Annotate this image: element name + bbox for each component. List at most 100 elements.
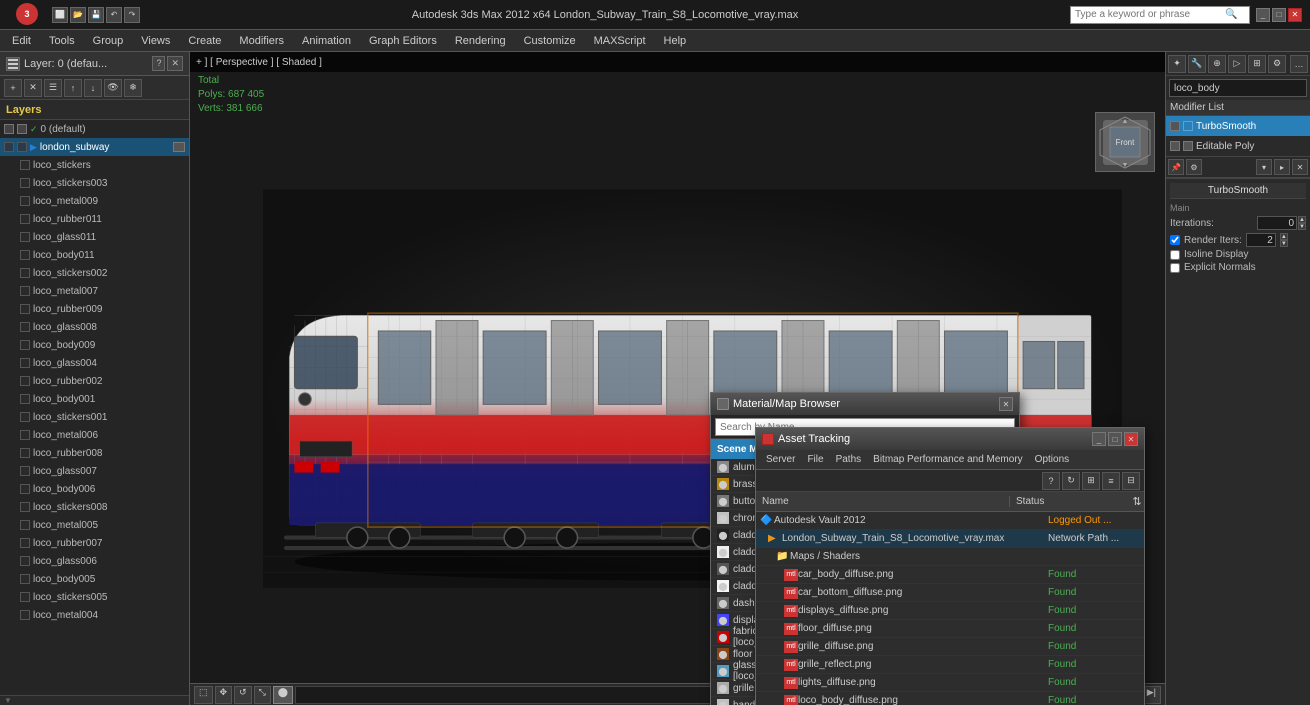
- undo-icon[interactable]: ↶: [106, 7, 122, 23]
- layers-down-btn[interactable]: ↓: [84, 79, 102, 97]
- layer-item[interactable]: loco_glass007: [0, 462, 189, 480]
- menu-edit[interactable]: Edit: [4, 33, 39, 49]
- expand-modifier-btn[interactable]: ▸: [1274, 159, 1290, 175]
- layers-hide-btn[interactable]: 👁: [104, 79, 122, 97]
- at-row[interactable]: mtl grille_reflect.png Found: [756, 656, 1144, 674]
- layers-delete-btn[interactable]: ✕: [24, 79, 42, 97]
- layer-item[interactable]: loco_stickers: [0, 156, 189, 174]
- layer-item[interactable]: loco_glass006: [0, 552, 189, 570]
- iterations-input[interactable]: [1257, 216, 1297, 230]
- at-row[interactable]: mtl displays_diffuse.png Found: [756, 602, 1144, 620]
- at-row[interactable]: ▶ London_Subway_Train_S8_Locomotive_vray…: [756, 530, 1144, 548]
- explicit-normals-checkbox[interactable]: [1170, 263, 1180, 273]
- menu-customize[interactable]: Customize: [516, 33, 584, 49]
- at-row[interactable]: mtl car_body_diffuse.png Found: [756, 566, 1144, 584]
- at-row[interactable]: mtl floor_diffuse.png Found: [756, 620, 1144, 638]
- menu-maxscript[interactable]: MAXScript: [586, 33, 654, 49]
- layers-add-btn[interactable]: +: [4, 79, 22, 97]
- at-row[interactable]: mtl car_bottom_diffuse.png Found: [756, 584, 1144, 602]
- layer-item[interactable]: loco_glass004: [0, 354, 189, 372]
- rotate-tool[interactable]: ↺: [234, 686, 252, 704]
- at-view2-btn[interactable]: ≡: [1102, 472, 1120, 490]
- delete-modifier-btn[interactable]: ✕: [1292, 159, 1308, 175]
- at-help-btn[interactable]: ?: [1042, 472, 1060, 490]
- layer-item[interactable]: loco_body005: [0, 570, 189, 588]
- motion-btn[interactable]: ▷: [1228, 55, 1246, 73]
- new-file-icon[interactable]: ⬜: [52, 7, 68, 23]
- layer-item[interactable]: ✓ 0 (default): [0, 120, 189, 138]
- menu-animation[interactable]: Animation: [294, 33, 359, 49]
- layer-item[interactable]: loco_metal006: [0, 426, 189, 444]
- layer-item[interactable]: loco_stickers003: [0, 174, 189, 192]
- iterations-up-btn[interactable]: ▲: [1298, 216, 1306, 223]
- menu-tools[interactable]: Tools: [41, 33, 83, 49]
- configure-modifier-btn[interactable]: ⚙: [1186, 159, 1202, 175]
- layers-menu-btn[interactable]: ☰: [44, 79, 62, 97]
- at-menu-bitmap[interactable]: Bitmap Performance and Memory: [867, 452, 1029, 467]
- menu-create[interactable]: Create: [180, 33, 229, 49]
- navigation-cube[interactable]: Front ▲ ▼: [1095, 112, 1155, 172]
- layers-help-btn[interactable]: ?: [152, 56, 165, 71]
- scale-tool[interactable]: ⤡: [254, 686, 271, 704]
- layer-item[interactable]: ▶ london_subway: [0, 138, 189, 156]
- search-input[interactable]: [1075, 9, 1225, 20]
- iterations-down-btn[interactable]: ▼: [1298, 223, 1306, 230]
- at-row[interactable]: mtl grille_diffuse.png Found: [756, 638, 1144, 656]
- layer-item[interactable]: loco_metal007: [0, 282, 189, 300]
- viewport[interactable]: + ] [ Perspective ] [ Shaded ] Total Pol…: [190, 52, 1165, 705]
- layer-item[interactable]: loco_body006: [0, 480, 189, 498]
- isoline-checkbox[interactable]: [1170, 250, 1180, 260]
- pin-modifier-btn[interactable]: 📌: [1168, 159, 1184, 175]
- layers-freeze-btn[interactable]: ❄: [124, 79, 142, 97]
- layer-item[interactable]: loco_rubber008: [0, 444, 189, 462]
- at-minimize-btn[interactable]: _: [1092, 432, 1106, 446]
- at-row[interactable]: mtl loco_body_diffuse.png Found: [756, 692, 1144, 705]
- redo-icon[interactable]: ↷: [124, 7, 140, 23]
- display-btn[interactable]: ⊞: [1248, 55, 1266, 73]
- menu-group[interactable]: Group: [85, 33, 132, 49]
- panel-more-btn[interactable]: …: [1290, 55, 1308, 73]
- save-file-icon[interactable]: 💾: [88, 7, 104, 23]
- utilities-btn[interactable]: ⚙: [1268, 55, 1286, 73]
- render-iters-up-btn[interactable]: ▲: [1280, 233, 1288, 240]
- layer-item[interactable]: loco_rubber011: [0, 210, 189, 228]
- mb-close-btn[interactable]: ✕: [999, 397, 1013, 411]
- at-row[interactable]: 🔷 Autodesk Vault 2012 Logged Out ...: [756, 512, 1144, 530]
- at-row[interactable]: 📁 Maps / Shaders: [756, 548, 1144, 566]
- at-row[interactable]: mtl lights_diffuse.png Found: [756, 674, 1144, 692]
- render-iters-checkbox[interactable]: [1170, 235, 1180, 245]
- hierarchy-btn[interactable]: ⊕: [1208, 55, 1226, 73]
- at-view-btn[interactable]: ⊞: [1082, 472, 1100, 490]
- menu-views[interactable]: Views: [133, 33, 178, 49]
- at-refresh-btn[interactable]: ↻: [1062, 472, 1080, 490]
- layer-item[interactable]: loco_rubber009: [0, 300, 189, 318]
- collapse-modifier-btn[interactable]: ▾: [1256, 159, 1272, 175]
- layer-item[interactable]: loco_metal004: [0, 606, 189, 624]
- layer-item[interactable]: loco_stickers001: [0, 408, 189, 426]
- layer-item[interactable]: loco_body001: [0, 390, 189, 408]
- at-menu-server[interactable]: Server: [760, 452, 801, 467]
- menu-help[interactable]: Help: [656, 33, 695, 49]
- render-iters-input[interactable]: [1246, 233, 1276, 247]
- layer-item[interactable]: loco_rubber002: [0, 372, 189, 390]
- modifier-eye-icon[interactable]: [1170, 121, 1180, 131]
- maximize-button[interactable]: □: [1272, 8, 1286, 22]
- layer-item[interactable]: loco_metal005: [0, 516, 189, 534]
- create-panel-btn[interactable]: ✦: [1168, 55, 1186, 73]
- modifier-item-editablepoly[interactable]: Editable Poly: [1166, 136, 1310, 156]
- object-name-field[interactable]: [1169, 79, 1307, 97]
- at-close-btn[interactable]: ✕: [1124, 432, 1138, 446]
- layer-item[interactable]: loco_body009: [0, 336, 189, 354]
- modifier-item-turbosmooth[interactable]: TurboSmooth: [1166, 116, 1310, 136]
- layer-item[interactable]: loco_body011: [0, 246, 189, 264]
- at-maximize-btn[interactable]: □: [1108, 432, 1122, 446]
- layer-item[interactable]: loco_glass011: [0, 228, 189, 246]
- modify-panel-btn[interactable]: 🔧: [1188, 55, 1206, 73]
- menu-graph-editors[interactable]: Graph Editors: [361, 33, 445, 49]
- layers-up-btn[interactable]: ↑: [64, 79, 82, 97]
- animation-toggle[interactable]: ⬤: [273, 686, 293, 704]
- layer-item[interactable]: loco_stickers005: [0, 588, 189, 606]
- at-menu-paths[interactable]: Paths: [830, 452, 868, 467]
- modifier-eye-icon[interactable]: [1170, 141, 1180, 151]
- search-bar[interactable]: 🔍: [1070, 6, 1250, 24]
